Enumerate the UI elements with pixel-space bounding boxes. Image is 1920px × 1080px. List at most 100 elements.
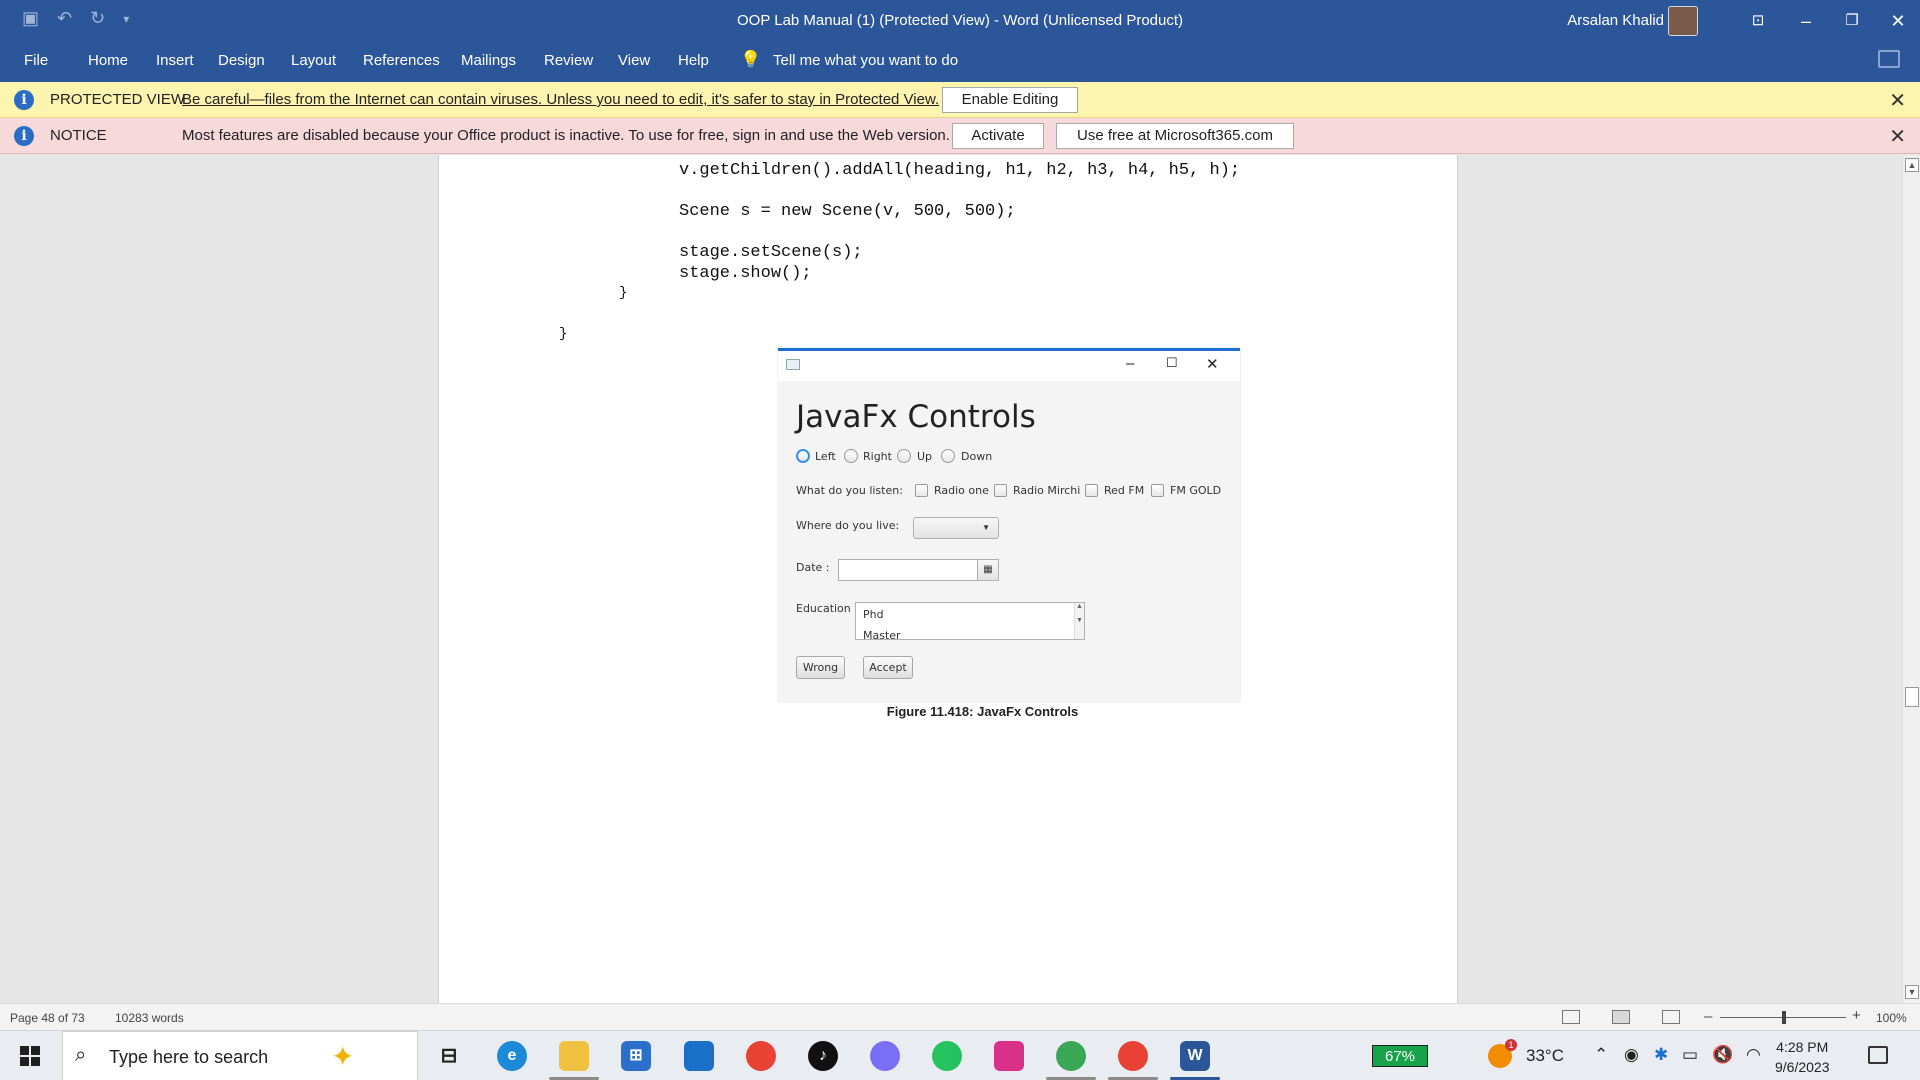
lightbulb-icon[interactable]: 💡 bbox=[740, 50, 761, 70]
bluetooth-icon[interactable]: ✱ bbox=[1654, 1045, 1668, 1065]
tiktok-icon[interactable]: ♪ bbox=[808, 1041, 838, 1071]
status-bar: Page 48 of 73 10283 words – + 100% bbox=[0, 1003, 1920, 1030]
education-label: Education bbox=[796, 602, 851, 615]
checkbox-label: Radio Mirchi bbox=[1013, 484, 1081, 497]
date-label: Date : bbox=[796, 561, 830, 574]
minimize-icon: – bbox=[1126, 355, 1135, 372]
taskbar-search[interactable]: ⌕ Type here to search ✦ bbox=[62, 1031, 418, 1080]
figure-caption: Figure 11.418: JavaFx Controls bbox=[886, 704, 1079, 719]
chevron-down-icon: ▼ bbox=[982, 523, 990, 532]
comments-icon[interactable] bbox=[1878, 50, 1900, 68]
edge-icon[interactable]: e bbox=[497, 1041, 527, 1071]
zoom-level[interactable]: 100% bbox=[1876, 1011, 1907, 1025]
search-placeholder: Type here to search bbox=[109, 1047, 269, 1067]
location-combo: ▼ bbox=[913, 517, 999, 539]
notification-icon[interactable] bbox=[1868, 1046, 1888, 1064]
live-label: Where do you live: bbox=[796, 519, 900, 532]
close-icon[interactable]: ✕ bbox=[1889, 88, 1906, 113]
tab-home[interactable]: Home bbox=[88, 52, 128, 69]
close-icon: ✕ bbox=[1206, 356, 1219, 373]
sparkle-icon: ✦ bbox=[331, 1041, 355, 1072]
date-field bbox=[838, 559, 978, 581]
outlook-icon[interactable] bbox=[684, 1041, 714, 1071]
ribbon-display-options-icon[interactable]: ⊡ bbox=[1736, 6, 1780, 36]
minimize-icon[interactable]: – bbox=[1784, 6, 1828, 36]
instagram-icon[interactable] bbox=[994, 1041, 1024, 1071]
javafx-window-figure: – ☐ ✕ JavaFx Controls Left Right Up Down… bbox=[778, 348, 1240, 702]
read-mode-icon[interactable] bbox=[1562, 1010, 1580, 1024]
radio-label: Up bbox=[917, 450, 933, 463]
protected-view-bar: i PROTECTED VIEW Be careful—files from t… bbox=[0, 82, 1920, 118]
vertical-scrollbar[interactable]: ▲ ▼ bbox=[1902, 155, 1920, 1003]
use-free-button[interactable]: Use free at Microsoft365.com bbox=[1056, 123, 1294, 149]
word-count[interactable]: 10283 words bbox=[115, 1011, 184, 1025]
restore-icon[interactable]: ❐ bbox=[1830, 6, 1874, 36]
task-view-icon[interactable]: ⊟ bbox=[434, 1041, 464, 1071]
tab-file[interactable]: File bbox=[24, 52, 48, 69]
file-explorer-icon[interactable] bbox=[559, 1041, 589, 1071]
close-icon[interactable]: ✕ bbox=[1876, 6, 1920, 36]
radio-up bbox=[897, 449, 911, 463]
print-layout-icon[interactable] bbox=[1612, 1010, 1630, 1024]
windows-start-icon[interactable] bbox=[20, 1046, 40, 1066]
tab-design[interactable]: Design bbox=[218, 52, 265, 69]
scroll-thumb[interactable] bbox=[1905, 687, 1919, 707]
tab-review[interactable]: Review bbox=[544, 52, 593, 69]
weather-badge: 1 bbox=[1505, 1039, 1517, 1051]
wrong-button: Wrong bbox=[796, 656, 845, 679]
tab-insert[interactable]: Insert bbox=[156, 52, 194, 69]
close-icon[interactable]: ✕ bbox=[1889, 124, 1906, 149]
notice-message: Most features are disabled because your … bbox=[182, 127, 950, 144]
tab-mailings[interactable]: Mailings bbox=[461, 52, 516, 69]
whatsapp-icon[interactable] bbox=[932, 1041, 962, 1071]
word-icon[interactable]: W bbox=[1180, 1041, 1210, 1071]
zoom-out-icon[interactable]: – bbox=[1704, 1008, 1712, 1025]
radio-label: Left bbox=[815, 450, 836, 463]
chrome-icon[interactable] bbox=[746, 1041, 776, 1071]
tab-references[interactable]: References bbox=[363, 52, 440, 69]
zoom-in-icon[interactable]: + bbox=[1852, 1007, 1861, 1024]
camera-app-icon[interactable] bbox=[870, 1041, 900, 1071]
tab-help[interactable]: Help bbox=[678, 52, 709, 69]
scroll-down-icon[interactable]: ▼ bbox=[1905, 985, 1919, 999]
tab-view[interactable]: View bbox=[618, 52, 650, 69]
figure-window-titlebar: – ☐ ✕ bbox=[778, 351, 1240, 381]
chrome-profile-2-icon[interactable] bbox=[1118, 1041, 1148, 1071]
radio-label: Right bbox=[863, 450, 892, 463]
tab-layout[interactable]: Layout bbox=[291, 52, 336, 69]
chevron-up-icon[interactable]: ⌃ bbox=[1594, 1045, 1608, 1065]
code-line: } bbox=[559, 326, 568, 342]
battery-icon[interactable]: ▭ bbox=[1682, 1045, 1698, 1065]
checkbox-fm-gold bbox=[1151, 484, 1164, 497]
calendar-icon: ▦ bbox=[977, 559, 999, 581]
chrome-profile-icon[interactable] bbox=[1056, 1041, 1086, 1071]
time: 4:28 PM bbox=[1776, 1039, 1829, 1055]
zoom-slider-thumb[interactable] bbox=[1782, 1011, 1786, 1024]
tell-me-search[interactable]: Tell me what you want to do bbox=[773, 52, 958, 69]
checkbox-label: Radio one bbox=[934, 484, 989, 497]
list-item: Master bbox=[863, 629, 901, 640]
user-name[interactable]: Arsalan Khalid bbox=[1567, 12, 1664, 29]
web-layout-icon[interactable] bbox=[1662, 1010, 1680, 1024]
app-icon bbox=[786, 359, 800, 370]
enable-editing-button[interactable]: Enable Editing bbox=[942, 87, 1078, 113]
record-icon[interactable]: ◉ bbox=[1624, 1045, 1639, 1065]
code-line: stage.show(); bbox=[679, 264, 812, 283]
page-count[interactable]: Page 48 of 73 bbox=[10, 1011, 85, 1025]
accept-button: Accept bbox=[863, 656, 913, 679]
checkbox-radio-one bbox=[915, 484, 928, 497]
microsoft-store-icon[interactable]: ⊞ bbox=[621, 1041, 651, 1071]
temperature[interactable]: 33°C bbox=[1526, 1046, 1564, 1066]
scroll-up-icon[interactable]: ▲ bbox=[1905, 158, 1919, 172]
volume-muted-icon[interactable]: 🔇 bbox=[1712, 1045, 1733, 1065]
protected-view-message[interactable]: Be careful—files from the Internet can c… bbox=[182, 91, 939, 108]
info-icon: i bbox=[14, 126, 34, 146]
wifi-icon[interactable]: ◠ bbox=[1746, 1045, 1761, 1065]
clock[interactable]: 4:28 PM 9/6/2023 bbox=[1775, 1037, 1830, 1077]
battery-indicator[interactable]: 67% bbox=[1372, 1045, 1428, 1067]
code-line: stage.setScene(s); bbox=[679, 243, 863, 262]
avatar[interactable] bbox=[1668, 6, 1698, 36]
protected-view-title: PROTECTED VIEW bbox=[50, 91, 186, 108]
activate-button[interactable]: Activate bbox=[952, 123, 1044, 149]
radio-down bbox=[941, 449, 955, 463]
